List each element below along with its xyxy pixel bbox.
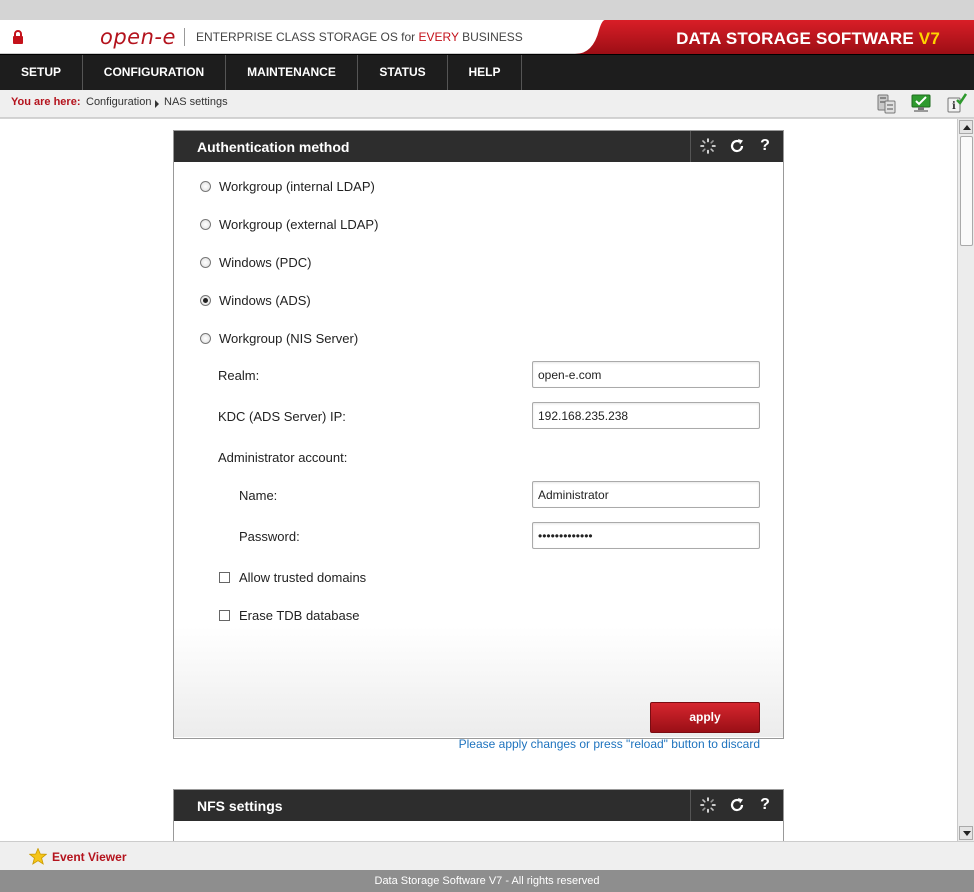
- help-icon[interactable]: ?: [756, 137, 774, 155]
- radio-button-selected[interactable]: [200, 294, 211, 306]
- option-windows-pdc[interactable]: Windows (PDC): [200, 253, 311, 271]
- nfs-settings-panel: NFS settings ?: [173, 789, 784, 841]
- lock-icon: [13, 30, 23, 44]
- breadcrumb: You are here: Configuration NAS settings…: [0, 90, 974, 118]
- allow-trusted-domains-option[interactable]: Allow trusted domains: [219, 568, 366, 586]
- admin-password-input[interactable]: [532, 522, 760, 549]
- nav-maintenance[interactable]: MAINTENANCE: [226, 55, 358, 90]
- scroll-down-arrow-icon[interactable]: [959, 826, 973, 840]
- panel-body: Workgroup (internal LDAP) Workgroup (ext…: [174, 162, 783, 751]
- main-content: Authentication method ? Workgroup (inter…: [0, 119, 957, 841]
- apply-hint-text: Please apply changes or press "reload" b…: [458, 737, 760, 751]
- option-windows-ads[interactable]: Windows (ADS): [200, 291, 311, 309]
- panel-tools: ?: [690, 131, 783, 162]
- main-nav: SETUP CONFIGURATION MAINTENANCE STATUS H…: [0, 54, 974, 90]
- radio-button[interactable]: [200, 256, 211, 268]
- breadcrumb-prefix: You are here:: [11, 96, 81, 108]
- option-workgroup-nis-server[interactable]: Workgroup (NIS Server): [200, 329, 358, 347]
- radio-button[interactable]: [200, 332, 211, 344]
- apply-button[interactable]: apply: [650, 702, 760, 733]
- help-icon[interactable]: ?: [756, 796, 774, 814]
- spinner-icon[interactable]: [699, 137, 717, 155]
- admin-name-label: Name:: [239, 488, 278, 503]
- breadcrumb-arrow-icon: [155, 100, 159, 108]
- option-workgroup-external-ldap[interactable]: Workgroup (external LDAP): [200, 215, 378, 233]
- kdc-ip-input[interactable]: [532, 402, 760, 429]
- administrator-account-label: Administrator account:: [218, 450, 348, 465]
- header-divider: [184, 28, 185, 46]
- window-top-strip: [0, 0, 974, 20]
- spinner-icon[interactable]: [699, 796, 717, 814]
- brand-banner: DATA STORAGE SOFTWARE V7: [575, 20, 974, 54]
- nav-setup[interactable]: SETUP: [0, 55, 83, 90]
- checkbox[interactable]: [219, 571, 230, 583]
- realm-label: Realm:: [218, 368, 260, 383]
- nav-configuration[interactable]: CONFIGURATION: [83, 55, 226, 90]
- kdc-ip-label: KDC (ADS Server) IP:: [218, 409, 346, 424]
- vertical-scrollbar[interactable]: [957, 119, 974, 841]
- admin-password-label: Password:: [239, 529, 300, 544]
- event-viewer-bar: Event Viewer: [0, 841, 974, 870]
- event-viewer-link[interactable]: Event Viewer: [52, 850, 126, 864]
- panel-title: NFS settings: [197, 798, 283, 814]
- header-tagline: ENTERPRISE CLASS STORAGE OS for EVERY BU…: [196, 30, 523, 44]
- checkbox[interactable]: [219, 609, 230, 621]
- server-status-icon[interactable]: [875, 92, 897, 114]
- brand-title: DATA STORAGE SOFTWARE V7: [676, 29, 940, 48]
- option-workgroup-internal-ldap[interactable]: Workgroup (internal LDAP): [200, 177, 375, 195]
- info-check-icon[interactable]: i: [945, 92, 967, 114]
- copyright-text: Data Storage Software V7 - All rights re…: [0, 870, 974, 892]
- panel-header: Authentication method ?: [174, 131, 783, 162]
- app-header: open-e ENTERPRISE CLASS STORAGE OS for E…: [0, 20, 974, 54]
- panel-tools: ?: [690, 790, 783, 821]
- radio-button[interactable]: [200, 218, 211, 230]
- monitor-check-icon[interactable]: [910, 92, 932, 114]
- svg-text:i: i: [952, 101, 956, 112]
- reload-icon[interactable]: [728, 137, 746, 155]
- realm-input[interactable]: [532, 361, 760, 388]
- breadcrumb-nas-settings: NAS settings: [164, 96, 228, 108]
- authentication-method-panel: Authentication method ? Workgroup (inter…: [173, 130, 784, 751]
- open-e-logo[interactable]: open-e: [100, 25, 176, 49]
- nav-help[interactable]: HELP: [448, 55, 522, 90]
- panel-title: Authentication method: [197, 139, 350, 155]
- nav-status[interactable]: STATUS: [358, 55, 448, 90]
- scroll-up-arrow-icon[interactable]: [959, 120, 973, 134]
- breadcrumb-configuration[interactable]: Configuration: [86, 96, 151, 108]
- radio-button[interactable]: [200, 180, 211, 192]
- star-icon: [29, 848, 47, 865]
- scroll-thumb[interactable]: [960, 136, 973, 246]
- erase-tdb-database-option[interactable]: Erase TDB database: [219, 606, 359, 624]
- reload-icon[interactable]: [728, 796, 746, 814]
- panel-header: NFS settings ?: [174, 790, 783, 821]
- admin-name-input[interactable]: [532, 481, 760, 508]
